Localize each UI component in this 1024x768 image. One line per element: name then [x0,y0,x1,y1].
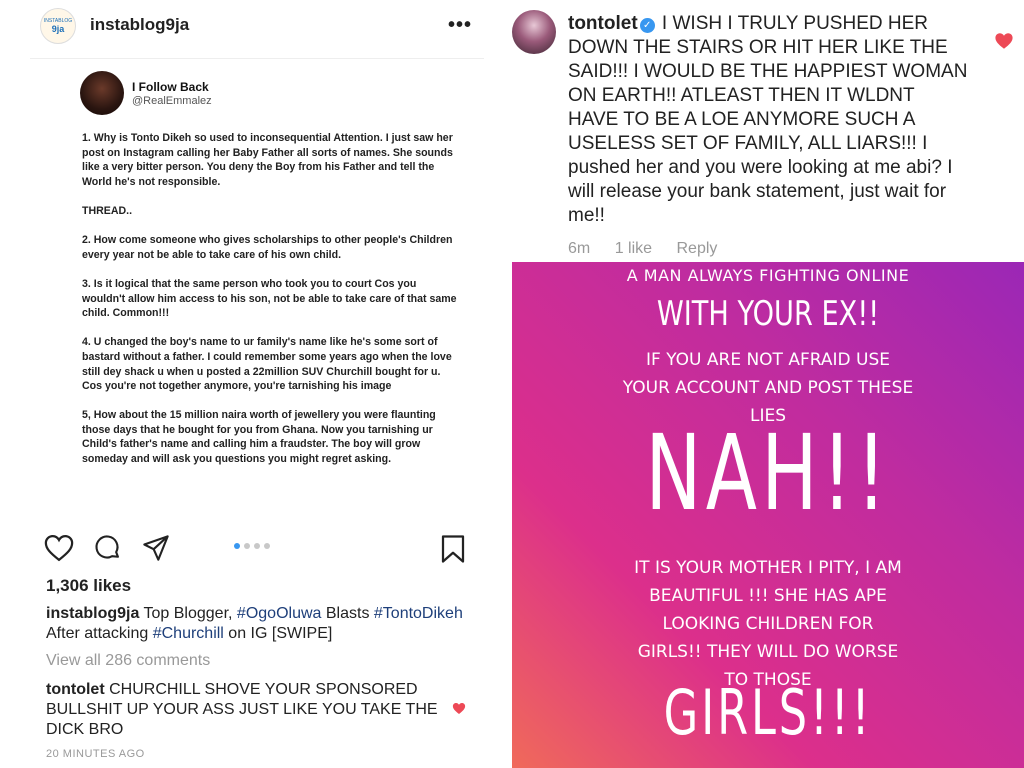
comment: tontolet CHURCHILL SHOVE YOUR SPONSORED … [46,680,446,740]
action-bar [0,528,506,568]
comment-time: 6m [568,240,591,257]
tweet-image: I Follow Back @RealEmmalez 1. Why is Ton… [30,58,484,529]
tontolet-avatar[interactable] [512,10,556,54]
share-icon[interactable] [142,534,170,567]
instablog9ja-avatar[interactable]: INSTABLOG 9ja [40,8,76,44]
caption-username[interactable]: instablog9ja [46,605,139,622]
verified-icon: ✓ [639,18,655,33]
caption-text: on IG [SWIPE] [223,625,333,642]
comment-username[interactable]: tontolet [46,681,105,698]
tweet-paragraph: 3. Is it logical that the same person wh… [82,277,460,320]
story-line: WITH YOUR EX!! [656,294,880,334]
right-comment-username[interactable]: tontolet [568,13,638,34]
comment-likes[interactable]: 1 like [615,240,652,257]
hashtag-link[interactable]: #TontoDikeh [374,605,463,622]
tweet-paragraph: THREAD.. [82,204,133,217]
post-username[interactable]: instablog9ja [90,15,189,35]
likes-count[interactable]: 1,306 likes [46,576,131,596]
hashtag-link[interactable]: #OgoOluwa [237,605,322,622]
caption-text: Blasts [321,605,374,622]
story-line: IT IS YOUR MOTHER I PITY, I AM BEAUTIFUL… [634,558,902,690]
post-caption: instablog9ja Top Blogger, #OgoOluwa Blas… [46,604,486,644]
bookmark-icon[interactable] [440,534,466,569]
carousel-dot [244,543,250,549]
right-post: tontolet ✓ I WISH I TRULY PUSHED HER DOWN… [512,0,1024,768]
story-line: GIRLS!!! [663,676,873,749]
right-comment-text: I WISH I TRULY PUSHED HER DOWN THE STAIR… [568,13,968,226]
tweet-paragraph: 5, How about the 15 million naira worth … [82,409,439,466]
tweet-avatar [80,71,124,115]
left-post: INSTABLOG 9ja instablog9ja ••• I Follow … [0,0,506,768]
carousel-dot [234,543,240,549]
tweet-body: 1. Why is Tonto Dikeh so used to inconse… [82,131,462,481]
tweet-handle: @RealEmmalez [132,95,212,107]
story-image: A MAN ALWAYS FIGHTING ONLINE WITH YOUR E… [512,262,1024,768]
hashtag-link[interactable]: #Churchill [153,625,224,642]
view-all-comments-link[interactable]: View all 286 comments [46,652,210,670]
comment-like-heart-icon[interactable] [452,702,466,720]
tweet-paragraph: 2. How come someone who gives scholarshi… [82,234,456,261]
tweet-name: I Follow Back [132,80,209,94]
carousel-indicator [234,543,270,549]
carousel-dot [264,543,270,549]
right-comment: tontolet ✓ I WISH I TRULY PUSHED HER DOWN… [568,12,968,228]
heart-icon[interactable] [44,534,74,567]
tweet-paragraph: 1. Why is Tonto Dikeh so used to inconse… [82,132,456,188]
comment-icon[interactable] [94,534,122,567]
story-line: A MAN ALWAYS FIGHTING ONLINE [626,266,910,285]
right-comment-heart-icon[interactable] [994,32,1014,55]
post-header: INSTABLOG 9ja instablog9ja ••• [0,0,506,52]
logo-text-bottom: 9ja [51,24,65,34]
tweet-paragraph: 4. U changed the boy's name to ur family… [82,336,455,393]
reply-button[interactable]: Reply [677,240,718,257]
caption-text: After attacking [46,625,153,642]
more-icon[interactable]: ••• [448,14,472,37]
story-line: NAH!! [645,412,891,534]
post-timestamp: 20 MINUTES AGO [46,748,145,760]
carousel-dot [254,543,260,549]
comment-meta: 6m 1 like Reply [568,240,737,258]
caption-text: Top Blogger, [139,605,237,622]
comment-text: CHURCHILL SHOVE YOUR SPONSORED BULLSHIT … [46,681,438,738]
